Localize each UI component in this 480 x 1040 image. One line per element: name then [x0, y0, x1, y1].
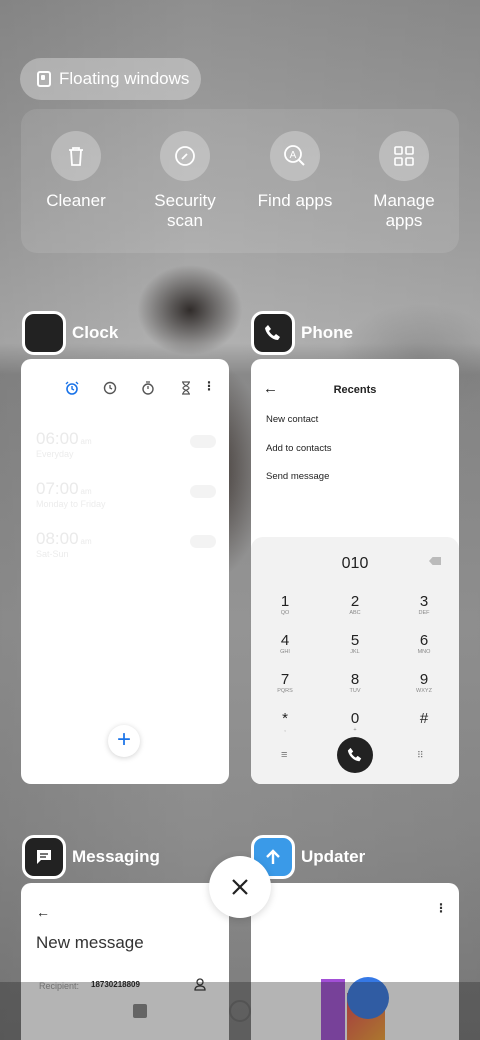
new-message-heading: New message	[36, 933, 144, 952]
messaging-title: Messaging	[72, 847, 160, 866]
more-menu-icon[interactable]: ⋮	[203, 379, 215, 393]
menu-icon[interactable]: ≡	[281, 749, 287, 761]
floating-windows-button[interactable]: Floating windows	[20, 58, 201, 100]
phone-app-icon	[251, 311, 295, 355]
dial-key-9[interactable]: 9 WXYZ	[404, 671, 444, 695]
manage-apps-label: Manage apps	[373, 191, 435, 230]
updater-card-header: Updater	[251, 835, 365, 879]
security-scan-icon	[160, 131, 210, 181]
clear-all-button[interactable]	[209, 856, 271, 918]
alarm-toggle[interactable]	[190, 535, 216, 548]
phone-card[interactable]: ← Recents New contact Add to contacts Se…	[251, 359, 459, 784]
clock-card-header: Clock	[22, 311, 118, 355]
dial-key-1[interactable]: 1 QO	[265, 593, 305, 617]
phone-call-icon	[347, 747, 362, 762]
grid-icon	[379, 131, 429, 181]
clock-card[interactable]: ⋮ 06:00 am Everyday 07:00 am Monday to Fri…	[21, 359, 229, 784]
recents-nav-button[interactable]	[133, 1004, 147, 1018]
dial-key-hash[interactable]: #	[404, 710, 444, 727]
new-contact-item[interactable]: New contact	[266, 414, 318, 425]
dial-key-2[interactable]: 2 ABC	[335, 593, 375, 617]
clock-app-icon	[22, 311, 66, 355]
alarm-row[interactable]: 07:00 am Monday to Friday	[36, 479, 216, 509]
send-message-item[interactable]: Send message	[266, 471, 329, 482]
alarm-tab-icon[interactable]	[65, 381, 79, 400]
floating-window-icon	[37, 71, 51, 87]
trash-icon	[51, 131, 101, 181]
find-apps-button[interactable]: A Find apps	[245, 131, 345, 211]
more-menu-icon[interactable]: ⋮	[435, 901, 447, 915]
cleaner-label: Cleaner	[46, 191, 106, 210]
dialed-number: 010	[341, 555, 369, 572]
stopwatch-tab-icon[interactable]	[141, 381, 155, 400]
phone-title: Phone	[301, 323, 353, 342]
add-alarm-button[interactable]: +	[108, 725, 140, 757]
alarm-toggle[interactable]	[190, 435, 216, 448]
close-icon	[232, 879, 248, 895]
phone-card-header: Phone	[251, 311, 353, 355]
dial-key-8[interactable]: 8 TUV	[335, 671, 375, 695]
dial-key-star[interactable]: *,	[265, 710, 305, 734]
dial-key-6[interactable]: 6 MNO	[404, 632, 444, 656]
timer-tab-icon[interactable]	[179, 381, 193, 400]
dial-key-7[interactable]: 7 PQRS	[265, 671, 305, 695]
alarm-row[interactable]: 06:00 am Everyday	[36, 429, 216, 459]
security-scan-button[interactable]: Security scan	[135, 131, 235, 231]
call-button[interactable]	[337, 737, 373, 773]
svg-text:A: A	[290, 150, 297, 161]
messaging-app-icon	[22, 835, 66, 879]
dial-key-5[interactable]: 5 JKL	[335, 632, 375, 656]
dial-key-3[interactable]: 3 DEF	[404, 593, 444, 617]
navigation-bar	[0, 982, 480, 1040]
keypad-toggle-icon[interactable]: ⠿	[417, 750, 424, 761]
recents-title: Recents	[333, 384, 377, 396]
clock-tab-icon[interactable]	[103, 381, 117, 400]
manage-apps-button[interactable]: Manage apps	[354, 131, 454, 231]
add-to-contacts-item[interactable]: Add to contacts	[266, 443, 331, 454]
dial-key-4[interactable]: 4 GHI	[265, 632, 305, 656]
alarm-toggle[interactable]	[190, 485, 216, 498]
alarm-row[interactable]: 08:00 am Sat-Sun	[36, 529, 216, 559]
cleaner-button[interactable]: Cleaner	[26, 131, 126, 211]
quick-tools-panel: Cleaner Security scan A Find apps Manage a…	[21, 109, 459, 253]
security-scan-label: Security scan	[154, 191, 216, 230]
floating-windows-label: Floating windows	[59, 69, 190, 88]
find-apps-icon: A	[270, 131, 320, 181]
messaging-card-header: Messaging	[22, 835, 160, 879]
home-nav-button[interactable]	[229, 1000, 251, 1022]
dialpad: 010 1 QO 2 ABC 3 DEF 4 GHI 5 JKL 6 MNO 7 PQRS 8…	[251, 537, 459, 784]
updater-title: Updater	[301, 847, 366, 866]
dial-key-0[interactable]: 0 +	[335, 710, 375, 734]
find-apps-label: Find apps	[257, 191, 333, 210]
back-arrow-icon[interactable]: ←	[36, 904, 50, 920]
clock-title: Clock	[72, 323, 119, 342]
clock-tabs: ⋮	[21, 379, 229, 400]
